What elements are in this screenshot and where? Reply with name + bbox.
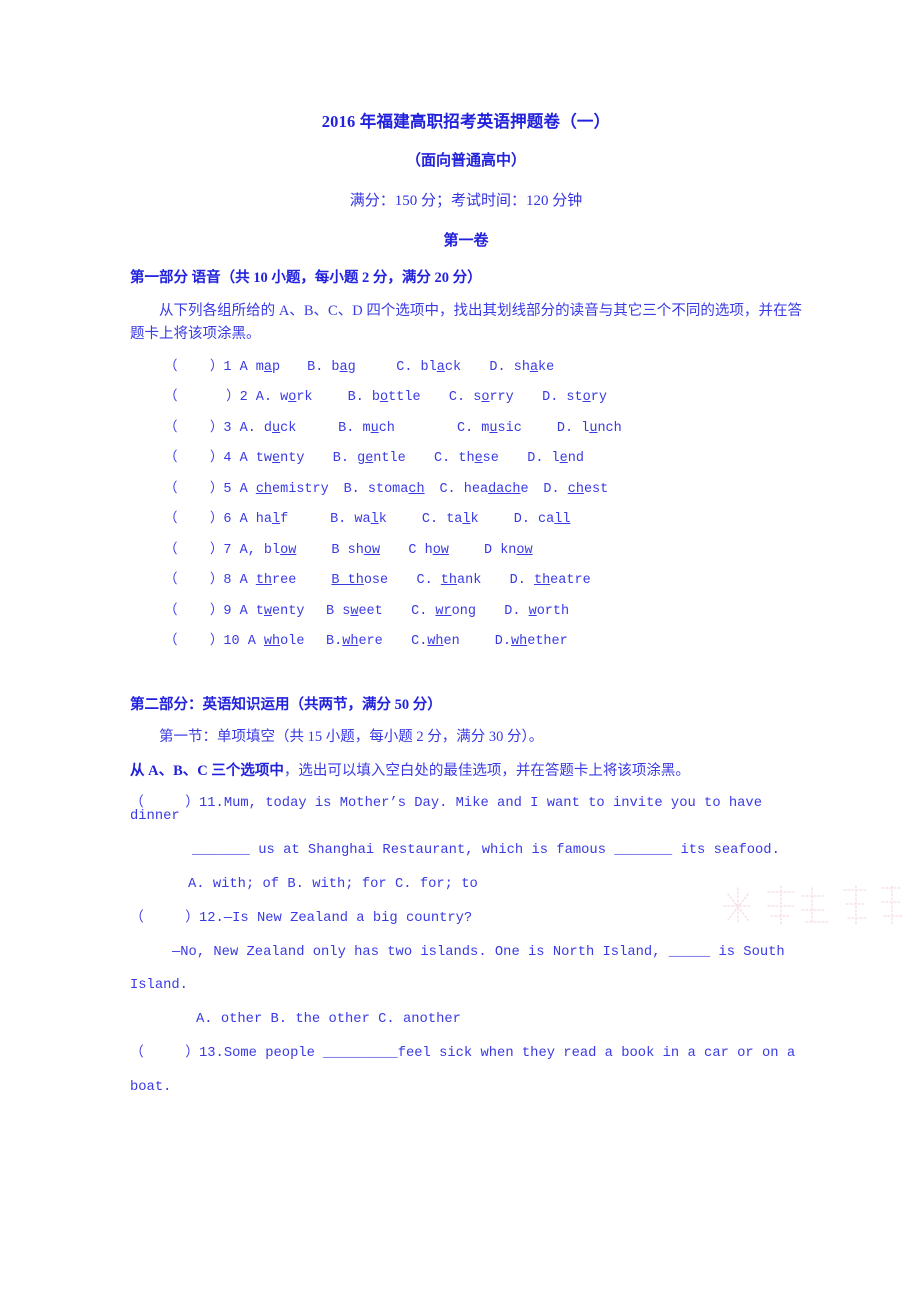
document-subtitle: （面向普通高中） bbox=[405, 152, 526, 169]
phonetics-item: （ ）10 A whole B.where C.when D.whether bbox=[164, 634, 568, 650]
part-two-subsection-heading: 第一节：单项填空（共 15 小题，每小题 2 分，满分 30 分）。 bbox=[159, 729, 544, 746]
phonetics-item: （ ）7 A, blow B show C how D know bbox=[164, 542, 533, 558]
question-12-line-1: （ ）12.—Is New Zealand a big country? bbox=[130, 910, 473, 926]
phonetics-item: （ ）8 A three B those C. thank D. theatre bbox=[164, 573, 591, 589]
phonetics-question-list: （ ）1 A map B. bag C. black D. shake （ ）2… bbox=[130, 361, 802, 649]
paper-number: 第一卷 bbox=[443, 232, 489, 249]
document-page: 2016 年福建高职招考英语押题卷（一） （面向普通高中） 满分：150 分；考… bbox=[0, 0, 920, 1302]
question-11-line-1: （ ）11.Mum, today is Mother’s Day. Mike a… bbox=[130, 795, 771, 825]
question-11-line-2: _______ us at Shanghai Restaurant, which… bbox=[192, 843, 780, 859]
question-11-options: A. with; of B. with; for C. for; to bbox=[188, 876, 478, 892]
question-12-line-3: Island. bbox=[130, 978, 188, 994]
part-two-heading: 第二部分：英语知识运用（共两节，满分 50 分） bbox=[130, 696, 442, 713]
question-13: （ ）13.Some people _________feel sick whe… bbox=[130, 1047, 802, 1095]
part-two-instruction-rest: ，选出可以填入空白处的最佳选项，并在答题卡上将该项涂黑。 bbox=[283, 762, 690, 779]
phonetics-item: （ ）3 A. duck B. much C. music D. lunch bbox=[164, 420, 622, 436]
phonetics-item: （ ）2 A. work B. bottle C. sorry D. story bbox=[164, 390, 607, 406]
question-12-line-2: —No, New Zealand only has two islands. O… bbox=[172, 944, 785, 960]
phonetics-item: （ ）1 A map B. bag C. black D. shake bbox=[164, 359, 555, 375]
question-12-options: A. other B. the other C. another bbox=[196, 1012, 461, 1028]
part-one-instruction: 从下列各组所给的 A、B、C、D 四个选项中，找出其划线部分的读音与其它三个不同… bbox=[130, 302, 802, 343]
phonetics-item: （ ）4 A twenty B. gentle C. these D. lend bbox=[164, 451, 584, 467]
phonetics-item: （ ）9 A twenty B sweet C. wrong D. worth bbox=[164, 603, 570, 619]
question-13-line-1: （ ）13.Some people _________feel sick whe… bbox=[130, 1045, 796, 1061]
page-title: 2016 年福建高职招考英语押题卷（一） bbox=[321, 112, 611, 131]
score-time-line: 满分：150 分；考试时间：120 分钟 bbox=[349, 192, 583, 209]
phonetics-item: （ ）5 A chemistry B. stomach C. headache … bbox=[164, 481, 609, 497]
question-11: （ ）11.Mum, today is Mother’s Day. Mike a… bbox=[130, 795, 802, 892]
part-two-instruction: 从 A、B、C 三个选项中，选出可以填入空白处的最佳选项，并在答题卡上将该项涂黑… bbox=[130, 761, 802, 783]
part-two-instruction-lead: 从 A、B、C 三个选项中 bbox=[130, 762, 284, 779]
question-13-line-2: boat. bbox=[130, 1079, 172, 1095]
phonetics-item: （ ）6 A half B. walk C. talk D. call bbox=[164, 512, 571, 528]
part-one-heading: 第一部分 语音（共 10 小题，每小题 2 分，满分 20 分） bbox=[130, 269, 482, 286]
question-12: （ ）12.—Is New Zealand a big country? —No… bbox=[130, 910, 802, 1028]
